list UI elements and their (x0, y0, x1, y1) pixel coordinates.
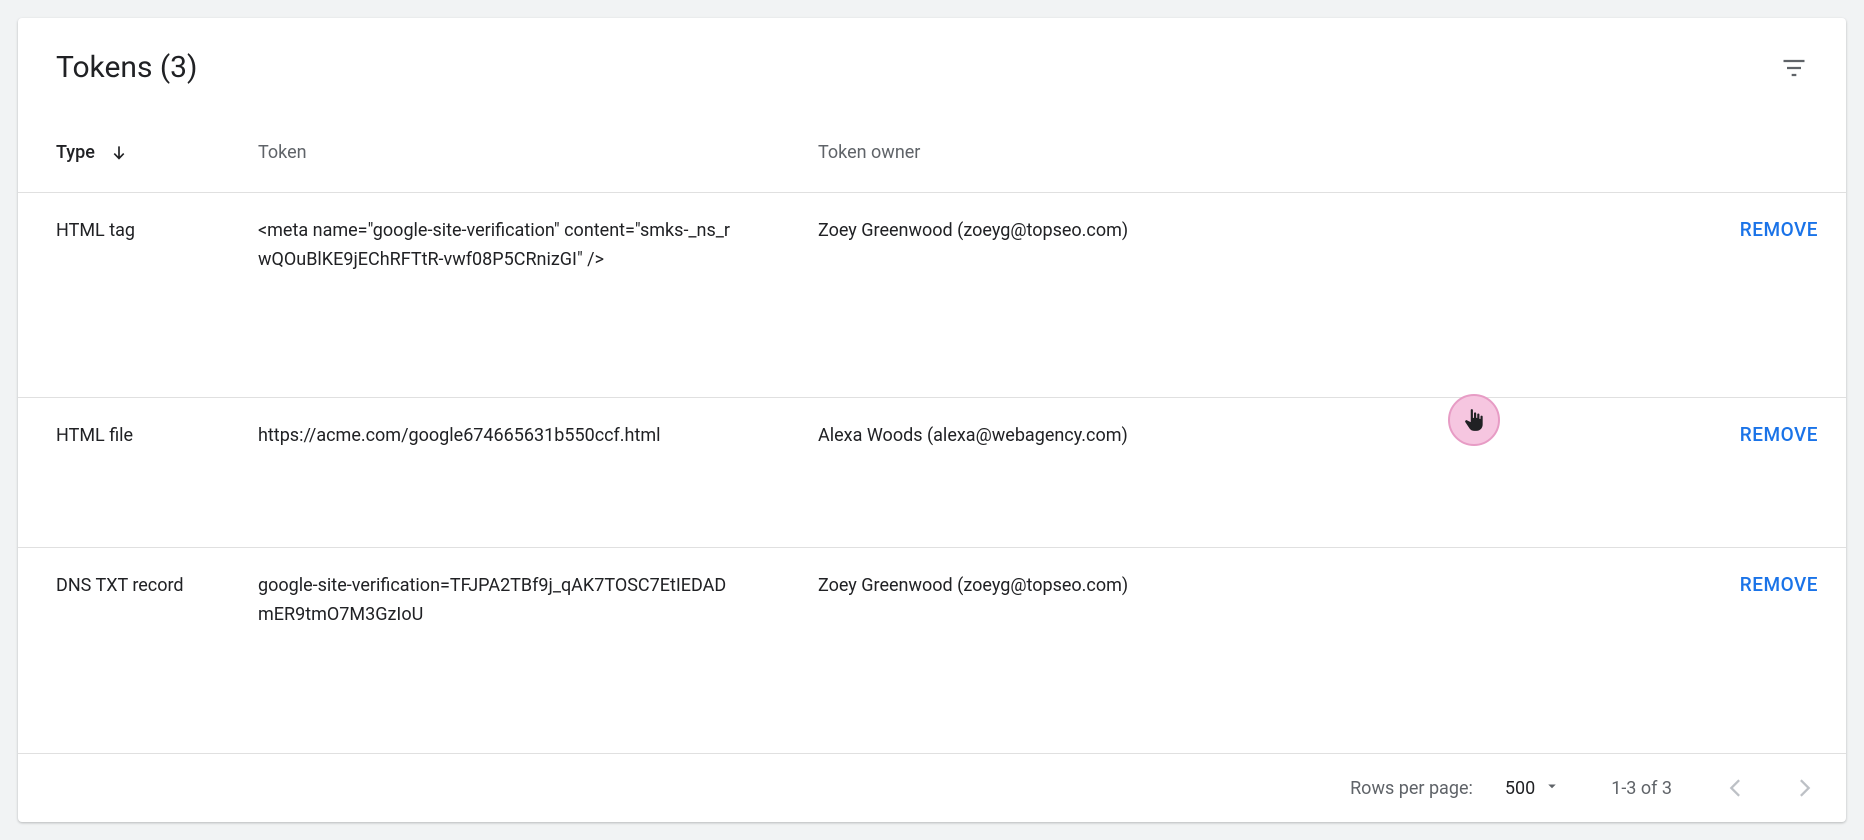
table-row: HTML tag <meta name="google-site-verific… (18, 192, 1846, 398)
cell-type: HTML tag (18, 192, 258, 398)
next-page-button[interactable] (1790, 774, 1818, 802)
remove-button[interactable]: REMOVE (1740, 423, 1818, 446)
pagination-range: 1-3 of 3 (1611, 778, 1672, 799)
chevron-down-icon (1543, 777, 1561, 800)
page-title: Tokens (3) (56, 50, 197, 85)
table-row: HTML file https://acme.com/google6746656… (18, 398, 1846, 548)
sort-descending-icon (109, 143, 129, 163)
cell-owner: Zoey Greenwood (zoeyg@topseo.com) (818, 548, 1338, 754)
cell-type: HTML file (18, 398, 258, 548)
rows-per-page-group: Rows per page: 500 (1350, 777, 1561, 800)
cell-owner: Alexa Woods (alexa@webagency.com) (818, 398, 1338, 548)
column-header-type-label: Type (56, 139, 95, 168)
rows-per-page-label: Rows per page: (1350, 778, 1473, 799)
column-header-owner[interactable]: Token owner (818, 109, 1338, 192)
remove-button[interactable]: REMOVE (1740, 573, 1818, 596)
tokens-table: Type Token Token owner HTML tag <meta na… (18, 109, 1846, 754)
rows-per-page-value: 500 (1505, 778, 1535, 799)
pagination-bar: Rows per page: 500 1-3 of 3 (18, 754, 1846, 822)
cell-token: google-site-verification=TFJPA2TBf9j_qAK… (258, 572, 738, 630)
cell-owner: Zoey Greenwood (zoeyg@topseo.com) (818, 192, 1338, 398)
previous-page-button[interactable] (1722, 774, 1750, 802)
column-header-type[interactable]: Type (18, 109, 258, 192)
card-header: Tokens (3) (18, 18, 1846, 109)
rows-per-page-select[interactable]: 500 (1505, 777, 1561, 800)
chevron-left-icon (1722, 774, 1750, 802)
table-row: DNS TXT record google-site-verification=… (18, 548, 1846, 754)
chevron-right-icon (1790, 774, 1818, 802)
column-header-action (1338, 109, 1846, 192)
cell-token: <meta name="google-site-verification" co… (258, 217, 738, 275)
cell-type: DNS TXT record (18, 548, 258, 754)
remove-button[interactable]: REMOVE (1740, 218, 1818, 241)
column-header-token[interactable]: Token (258, 109, 818, 192)
filter-icon[interactable] (1780, 54, 1808, 82)
tokens-card: Tokens (3) Type Token Token owner (18, 18, 1846, 822)
cell-token: https://acme.com/google674665631b550ccf.… (258, 422, 738, 451)
